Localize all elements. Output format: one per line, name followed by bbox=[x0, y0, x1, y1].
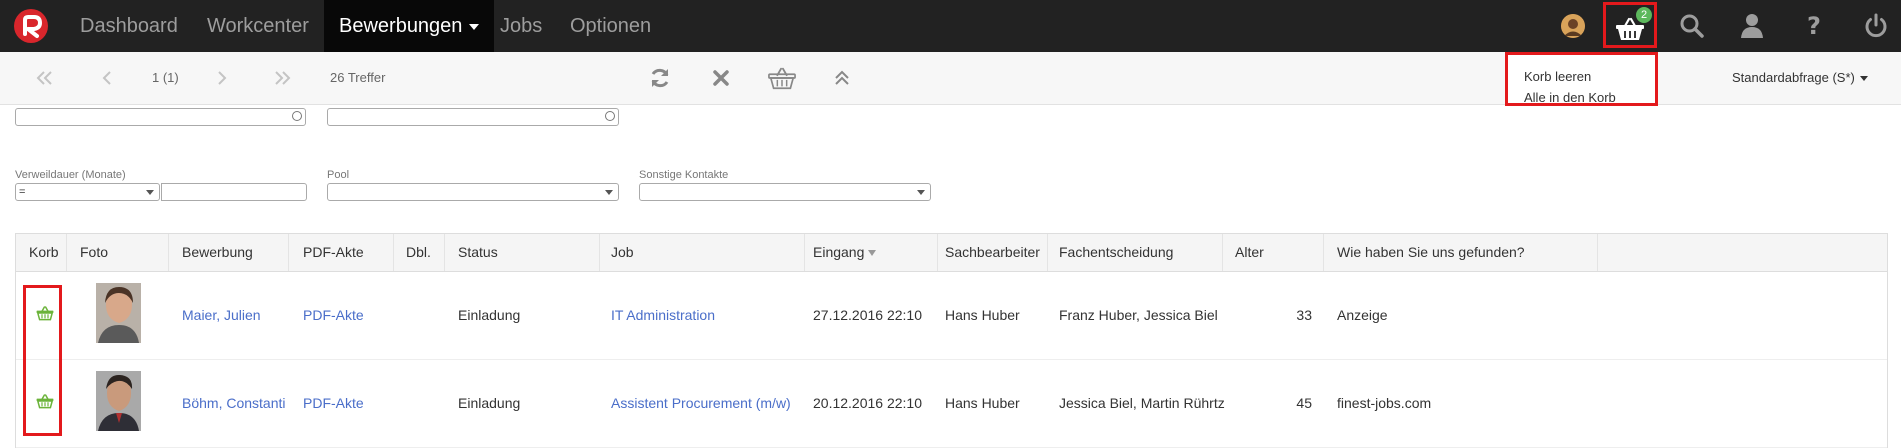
user-icon bbox=[1741, 14, 1763, 38]
verweildauer-label: Verweildauer (Monate) bbox=[15, 169, 126, 181]
nav-workcenter[interactable]: Workcenter bbox=[207, 0, 309, 52]
basket-button[interactable]: 2 bbox=[1603, 2, 1657, 48]
verweildauer-operator-select[interactable]: = bbox=[15, 183, 160, 201]
basket-dropdown-menu: Korb leeren Alle in den Korb bbox=[1505, 52, 1658, 106]
prev-page-button[interactable] bbox=[101, 52, 113, 104]
first-page-button[interactable] bbox=[36, 52, 54, 104]
app-logo[interactable] bbox=[14, 9, 48, 43]
chevron-left-icon bbox=[102, 71, 111, 85]
refresh-button[interactable] bbox=[649, 52, 671, 104]
last-page-button[interactable] bbox=[273, 52, 291, 104]
menu-item-add-all-to-basket[interactable]: Alle in den Korb bbox=[1524, 90, 1616, 105]
page-indicator: 1 (1) bbox=[152, 70, 179, 85]
caret-down-icon bbox=[146, 190, 154, 195]
job-link[interactable]: Assistent Procurement (m/w) bbox=[611, 359, 791, 447]
basket-icon bbox=[768, 67, 796, 90]
verweildauer-operator-value: = bbox=[19, 186, 26, 198]
close-icon bbox=[713, 70, 729, 86]
caret-down-icon bbox=[469, 23, 480, 30]
nav-dashboard[interactable]: Dashboard bbox=[80, 0, 178, 52]
caret-down-icon bbox=[605, 190, 613, 195]
next-page-button[interactable] bbox=[216, 52, 228, 104]
col-eingang-label: Eingang bbox=[813, 244, 865, 260]
col-bewerbung[interactable]: Bewerbung bbox=[182, 234, 253, 271]
col-sachbearbeiter[interactable]: Sachbearbeiter bbox=[945, 234, 1040, 271]
results-table: Korb Foto Bewerbung PDF-Akte Dbl. Status… bbox=[15, 233, 1888, 448]
quelle-cell: Anzeige bbox=[1337, 307, 1388, 323]
profile-button[interactable] bbox=[1732, 0, 1772, 52]
radio-icon bbox=[605, 111, 615, 121]
help-button[interactable]: ? bbox=[1794, 0, 1834, 52]
question-icon: ? bbox=[1807, 12, 1821, 40]
verweildauer-value-input[interactable] bbox=[161, 183, 307, 201]
col-dbl[interactable]: Dbl. bbox=[406, 234, 431, 271]
nav-optionen[interactable]: Optionen bbox=[570, 0, 651, 52]
applicant-photo[interactable] bbox=[96, 283, 141, 343]
pool-label: Pool bbox=[327, 169, 350, 181]
collapse-filters-button[interactable] bbox=[834, 52, 850, 104]
pdf-akte-link[interactable]: PDF-Akte bbox=[303, 271, 364, 359]
double-chevron-left-icon bbox=[36, 71, 52, 85]
fachentscheidung-cell: Franz Huber, Jessica Biel bbox=[1059, 307, 1218, 323]
sort-desc-icon bbox=[868, 250, 877, 257]
radio-icon bbox=[292, 111, 302, 121]
logout-button[interactable] bbox=[1856, 0, 1896, 52]
sachbearbeiter-cell: Hans Huber bbox=[945, 395, 1020, 411]
caret-down-icon bbox=[1859, 76, 1868, 82]
col-status[interactable]: Status bbox=[458, 234, 498, 271]
contacts-select[interactable] bbox=[639, 183, 931, 201]
nav-bewerbungen-label: Bewerbungen bbox=[339, 15, 463, 37]
chevron-right-icon bbox=[218, 71, 227, 85]
nav-bewerbungen[interactable]: Bewerbungen bbox=[324, 0, 495, 52]
sachbearbeiter-cell: Hans Huber bbox=[945, 307, 1020, 323]
basket-column-highlight bbox=[23, 285, 62, 436]
double-chevron-right-icon bbox=[275, 71, 291, 85]
search-icon bbox=[1680, 14, 1704, 38]
alter-cell: 45 bbox=[1296, 395, 1312, 411]
col-eingang[interactable]: Eingang bbox=[813, 234, 877, 271]
col-alter[interactable]: Alter bbox=[1235, 234, 1264, 271]
status-cell: Einladung bbox=[458, 395, 521, 411]
fachentscheidung-cell: Jessica Biel, Martin Rührtz bbox=[1059, 395, 1225, 411]
query-selector[interactable]: Standardabfrage (S*) bbox=[1732, 52, 1868, 104]
power-icon bbox=[1865, 13, 1887, 38]
pool-select[interactable] bbox=[327, 183, 619, 201]
toolbar-basket-button[interactable] bbox=[768, 52, 796, 104]
eingang-cell: 27.12.2016 22:10 bbox=[813, 307, 922, 323]
contacts-label: Sonstige Kontakte bbox=[639, 169, 729, 181]
col-foto[interactable]: Foto bbox=[80, 234, 108, 271]
search-button[interactable] bbox=[1672, 0, 1712, 52]
col-pdf-akte[interactable]: PDF-Akte bbox=[303, 234, 364, 271]
filter-field-2[interactable] bbox=[327, 108, 619, 126]
table-header: Korb Foto Bewerbung PDF-Akte Dbl. Status… bbox=[16, 234, 1887, 272]
eingang-cell: 20.12.2016 22:10 bbox=[813, 395, 922, 411]
nav-jobs[interactable]: Jobs bbox=[500, 0, 542, 52]
col-fachentscheidung[interactable]: Fachentscheidung bbox=[1059, 234, 1173, 271]
refresh-icon bbox=[651, 68, 669, 88]
col-job[interactable]: Job bbox=[611, 234, 634, 271]
basket-count-badge: 2 bbox=[1636, 7, 1652, 23]
applicant-photo[interactable] bbox=[96, 371, 141, 431]
table-row[interactable]: Böhm, Constantin PDF-Akte Einladung Assi… bbox=[16, 359, 1887, 448]
status-cell: Einladung bbox=[458, 307, 521, 323]
col-korb[interactable]: Korb bbox=[29, 234, 59, 271]
reset-button[interactable] bbox=[712, 52, 730, 104]
alter-cell: 33 bbox=[1296, 307, 1312, 323]
user-avatar[interactable] bbox=[1561, 14, 1585, 38]
job-link[interactable]: IT Administration bbox=[611, 271, 715, 359]
pdf-akte-link[interactable]: PDF-Akte bbox=[303, 359, 364, 447]
query-selector-label: Standardabfrage (S*) bbox=[1732, 70, 1855, 85]
quelle-cell: finest-jobs.com bbox=[1337, 395, 1432, 411]
top-navbar: Dashboard Workcenter Bewerbungen Jobs Op… bbox=[0, 0, 1901, 52]
table-row[interactable]: Maier, Julien PDF-Akte Einladung IT Admi… bbox=[16, 271, 1887, 360]
filter-field-1[interactable] bbox=[15, 108, 306, 126]
col-quelle[interactable]: Wie haben Sie uns gefunden? bbox=[1337, 234, 1525, 271]
hit-count: 26 Treffer bbox=[330, 70, 386, 85]
caret-down-icon bbox=[917, 190, 925, 195]
applicant-name-link[interactable]: Böhm, Constantin bbox=[182, 359, 286, 447]
double-chevron-up-icon bbox=[835, 70, 849, 85]
menu-item-clear-basket[interactable]: Korb leeren bbox=[1524, 69, 1591, 84]
applicant-name-link[interactable]: Maier, Julien bbox=[182, 271, 261, 359]
